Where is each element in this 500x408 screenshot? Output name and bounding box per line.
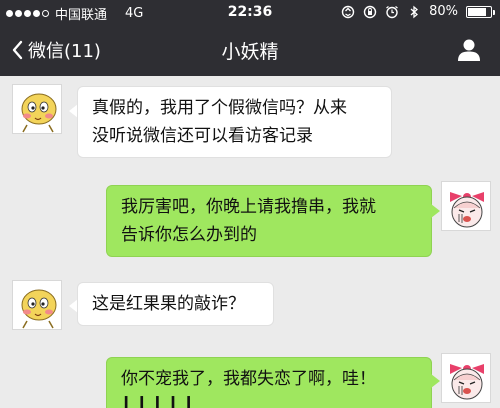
orientation-lock-icon	[363, 5, 377, 18]
nav-bar: 微信(11) 小妖精	[0, 24, 500, 76]
pink-bow-cartoon-avatar	[442, 182, 490, 230]
chat-title: 小妖精	[221, 41, 279, 63]
person-icon[interactable]	[456, 37, 482, 63]
message-line: 告诉你怎么办到的	[121, 225, 257, 245]
status-bar: 中国联通 4G 22:36 80%	[0, 0, 500, 24]
status-icons: 80%	[341, 4, 495, 19]
sync-icon	[341, 5, 355, 18]
message-line: 你不宠我了，我都失恋了啊，哇！	[121, 369, 376, 389]
my-avatar[interactable]	[441, 353, 491, 403]
message-line: 没听说微信还可以看访客记录	[92, 126, 313, 146]
chat-area[interactable]: 真假的，我用了个假微信吗？从来 没听说微信还可以看访客记录 我厉害吧，你晚上请我…	[0, 76, 500, 408]
yellow-cartoon-avatar	[13, 85, 61, 133]
contact-avatar[interactable]	[12, 84, 62, 134]
my-avatar[interactable]	[441, 181, 491, 231]
message-bubble-incoming[interactable]: 真假的，我用了个假微信吗？从来 没听说微信还可以看访客记录	[77, 86, 392, 158]
battery-percent: 80%	[429, 4, 458, 19]
message-bubble-incoming[interactable]: 这是红果果的敲诈？	[77, 282, 274, 326]
bluetooth-icon	[410, 5, 419, 18]
contact-avatar[interactable]	[12, 280, 62, 330]
yellow-cartoon-avatar	[13, 281, 61, 329]
message-bubble-outgoing[interactable]: 你不宠我了，我都失恋了啊，哇！ ┃ ┃ ┃ ┃ ┃	[106, 357, 432, 408]
message-line: 真假的，我用了个假微信吗？从来	[92, 98, 347, 118]
battery-icon	[466, 5, 495, 18]
pink-bow-cartoon-avatar	[442, 354, 490, 402]
message-line: 这是红果果的敲诈？	[92, 294, 245, 314]
message-bubble-outgoing[interactable]: 我厉害吧，你晚上请我撸串，我就 告诉你怎么办到的	[106, 185, 432, 257]
message-line: 我厉害吧，你晚上请我撸串，我就	[121, 197, 376, 217]
alarm-icon	[386, 5, 398, 18]
message-line: ┃ ┃ ┃ ┃ ┃	[121, 397, 194, 408]
